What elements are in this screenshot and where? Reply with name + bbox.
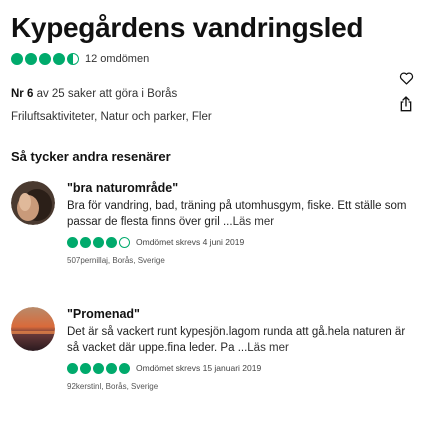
- review-meta: Omdömet skrevs 4 juni 2019: [67, 236, 417, 248]
- rating-bubble: [67, 236, 78, 248]
- rating-bubble: [53, 53, 65, 65]
- rating-bubble: [106, 236, 117, 248]
- rating-bubble: [80, 236, 91, 248]
- rating-bubble-half: [67, 53, 79, 65]
- rating-bubble: [67, 362, 78, 374]
- heart-icon[interactable]: [398, 70, 414, 86]
- rank-text: av 25 saker att göra i Borås: [33, 88, 178, 100]
- review-count[interactable]: 12 omdömen: [85, 53, 149, 65]
- review-author[interactable]: 92kerstinl, Borås, Sverige: [67, 382, 417, 391]
- rating-bubble: [80, 362, 91, 374]
- read-more-link[interactable]: Läs mer: [233, 216, 275, 228]
- attraction-title: Kypegårdens vandringsled: [11, 12, 364, 43]
- read-more-link[interactable]: Läs mer: [247, 342, 289, 354]
- review-body: "Promenad" Det är så vackert runt kypesj…: [67, 307, 417, 391]
- review-meta: Omdömet skrevs 15 januari 2019: [67, 362, 417, 374]
- rating-bubble: [25, 53, 37, 65]
- categories: Friluftsaktiviteter, Natur och parker, F…: [11, 111, 212, 123]
- rating-bubble: [119, 362, 130, 374]
- overall-rating[interactable]: 12 omdömen: [11, 52, 149, 66]
- review-text: Bra för vandring, bad, träning på utomhu…: [67, 199, 417, 230]
- review-rating-bubbles: [67, 362, 130, 374]
- reviews-section-title: Så tycker andra resenärer: [11, 149, 171, 164]
- rating-bubble: [39, 53, 51, 65]
- review-date: Omdömet skrevs 15 januari 2019: [136, 363, 262, 373]
- rating-bubbles: [11, 53, 79, 65]
- rating-bubble: [11, 53, 23, 65]
- review-title[interactable]: "Promenad": [67, 307, 417, 321]
- review-author[interactable]: 507pernillaj, Borås, Sverige: [67, 256, 417, 265]
- review-title[interactable]: "bra naturområde": [67, 181, 417, 195]
- review-text: Det är så vackert runt kypesjön.lagom ru…: [67, 325, 417, 356]
- rating-bubble: [93, 236, 104, 248]
- rank-number: Nr 6: [11, 88, 34, 100]
- share-icon[interactable]: [398, 96, 414, 112]
- review-text-body: Det är så vackert runt kypesjön.lagom ru…: [67, 326, 406, 354]
- rating-bubble: [93, 362, 104, 374]
- review-date: Omdömet skrevs 4 juni 2019: [136, 237, 245, 247]
- review-rating-bubbles: [67, 236, 130, 248]
- rating-bubble: [106, 362, 117, 374]
- avatar[interactable]: [11, 181, 55, 225]
- action-icons: [398, 70, 414, 112]
- avatar[interactable]: [11, 307, 55, 351]
- review-body: "bra naturområde" Bra för vandring, bad,…: [67, 181, 417, 265]
- ranking[interactable]: Nr 6 av 25 saker att göra i Borås: [11, 88, 177, 100]
- rating-bubble-empty: [119, 236, 130, 248]
